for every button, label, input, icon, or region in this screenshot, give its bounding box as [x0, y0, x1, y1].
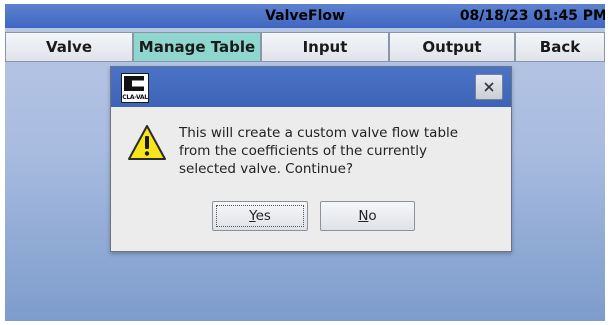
message-line: selected valve. Continue?: [179, 161, 354, 177]
confirm-dialog: CLA-VAL This will create a custom valve …: [110, 66, 512, 252]
focus-ring: [216, 205, 304, 227]
dialog-title-bar: CLA-VAL: [111, 67, 511, 107]
warning-icon: [128, 125, 166, 160]
menu-valve-button[interactable]: Valve: [5, 32, 133, 62]
menu-bar: Valve Manage Table Input Output Back: [5, 32, 605, 62]
close-button[interactable]: [475, 74, 503, 100]
cla-val-logo: CLA-VAL: [121, 73, 149, 103]
menu-input-button[interactable]: Input: [261, 32, 389, 62]
menu-output-button[interactable]: Output: [389, 32, 515, 62]
menu-manage-table-button[interactable]: Manage Table: [133, 32, 261, 62]
no-label: No: [358, 208, 377, 224]
yes-button[interactable]: Yes: [212, 201, 308, 231]
no-button[interactable]: No: [320, 201, 415, 231]
dialog-message: This will create a custom valve flow tab…: [179, 124, 499, 178]
menu-back-button[interactable]: Back: [515, 32, 605, 62]
message-line: from the coefficients of the currently: [179, 143, 428, 159]
message-line: This will create a custom valve flow tab…: [179, 125, 459, 141]
screen: ValveFlow 08/18/23 01:45 PM Valve Manage…: [5, 4, 605, 321]
logo-text: CLA-VAL: [122, 94, 148, 101]
datetime-display: 08/18/23 01:45 PM: [459, 8, 605, 24]
close-icon: [484, 82, 494, 92]
title-bar: ValveFlow 08/18/23 01:45 PM: [5, 4, 605, 28]
